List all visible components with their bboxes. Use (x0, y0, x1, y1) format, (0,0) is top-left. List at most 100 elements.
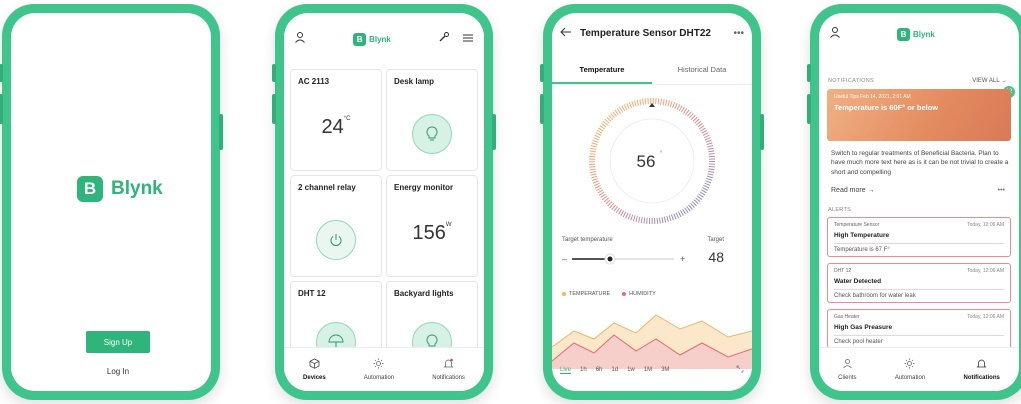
alert-description: Check bathroom for water leak (834, 289, 1004, 299)
profile-icon[interactable] (829, 25, 841, 43)
sun-icon (904, 358, 915, 372)
notifications-section-label: NOTIFICATIONS (828, 78, 874, 84)
logo-text: Blynk (369, 34, 391, 44)
tabs: Temperature Historical Data (552, 65, 752, 85)
log-in-link[interactable]: Log In (86, 367, 150, 376)
alert-card[interactable]: DHT 12 Today, 12:06 AM Water Detected Ch… (827, 263, 1011, 303)
nav-label: Notifications (432, 375, 465, 381)
alerts-section-label: ALERTS (828, 207, 852, 213)
users-icon (842, 358, 853, 372)
device-tile-desk-lamp[interactable]: Desk lamp (386, 69, 478, 171)
phone-devices: B Blynk AC 2113 24°C Desk lamp 2 channel… (272, 4, 496, 400)
tile-value: 156W (412, 222, 452, 244)
target-slider[interactable]: – + (562, 253, 692, 265)
range-1w[interactable]: 1w (627, 367, 635, 373)
wrench-icon[interactable] (438, 30, 450, 48)
logo-text: Blynk (913, 29, 935, 39)
profile-icon[interactable] (294, 30, 306, 48)
alert-description: Check pool heater (834, 335, 1004, 345)
power-icon[interactable] (316, 220, 356, 260)
nav-clients[interactable]: Clients (838, 358, 857, 381)
devices-screen: B Blynk AC 2113 24°C Desk lamp 2 channel… (284, 13, 484, 391)
top-bar: B Blynk (819, 13, 1019, 55)
range-1m[interactable]: 1M (644, 367, 652, 373)
hero-body-text: Switch to regular treatments of Benefici… (831, 150, 1009, 176)
logo-text: Blynk (111, 178, 163, 199)
svg-text:+: + (680, 254, 685, 264)
device-tile-ac[interactable]: AC 2113 24°C (290, 69, 382, 171)
temperature-dial: 56 ° (589, 98, 715, 224)
more-icon[interactable]: ••• (733, 28, 744, 39)
bell-icon (443, 358, 454, 372)
page-title: Temperature Sensor DHT22 (580, 27, 711, 39)
notifications-screen: B Blynk NOTIFICATIONS VIEW ALL → 12 Usef… (819, 13, 1019, 391)
app-showcase: B Blynk Sign Up Log In B Blynk AC 2113 2… (0, 0, 1021, 404)
legend-humidity: HUMIDITY (622, 291, 656, 297)
more-icon[interactable]: ••• (998, 187, 1005, 194)
history-area-chart (552, 314, 752, 369)
alert-time: Today, 12:06 AM (967, 222, 1004, 228)
alert-description: Temperature is 67 F° (834, 243, 1004, 253)
tab-historical-data[interactable]: Historical Data (652, 65, 752, 84)
alert-title: High Temperature (834, 232, 890, 239)
alert-card[interactable]: Gas Heater Today, 12:06 AM High Gas Prea… (827, 309, 1011, 349)
menu-icon[interactable] (462, 30, 474, 48)
nav-label: Automation (363, 375, 395, 381)
nav-label: Automation (894, 375, 926, 381)
hero-meta: Useful Tips Feb 14, 2021, 2:01 AM (834, 94, 911, 100)
back-arrow-icon[interactable] (560, 24, 572, 42)
tile-title: Backyard lights (394, 289, 454, 298)
nav-label: Clients (838, 375, 857, 381)
range-3m[interactable]: 3M (661, 367, 669, 373)
logo-mark: B (77, 176, 103, 202)
nav-notifications[interactable]: Notifications (432, 358, 465, 381)
lightbulb-icon[interactable] (412, 114, 452, 154)
logo-mark: B (353, 32, 367, 46)
target-value: 48 (708, 249, 724, 265)
range-1d[interactable]: 1d (611, 367, 618, 373)
bottom-nav: Clients Automation Notifications (819, 347, 1019, 391)
logo-mark: B (897, 27, 910, 41)
phone-notifications: B Blynk NOTIFICATIONS VIEW ALL → 12 Usef… (807, 4, 1021, 400)
nav-automation[interactable]: Automation (895, 358, 925, 381)
hero-headline: Temperature is 60F° or below (834, 103, 939, 112)
sun-icon (373, 358, 384, 372)
svg-text:–: – (562, 254, 567, 264)
notification-hero-card[interactable]: Useful Tips Feb 14, 2021, 2:01 AM Temper… (827, 89, 1011, 141)
dial-value: 56 (637, 152, 656, 171)
chart-legend: TEMPERATURE HUMIDITY (562, 291, 656, 297)
tile-title: AC 2113 (298, 77, 330, 86)
phone-sensor: Temperature Sensor DHT22 ••• Temperature… (540, 4, 764, 400)
device-tile-energy[interactable]: Energy monitor 156W (386, 175, 478, 277)
top-bar: B Blynk (284, 13, 484, 65)
tile-title: DHT 12 (298, 289, 326, 298)
tile-title: Desk lamp (394, 77, 435, 86)
welcome-screen: B Blynk Sign Up Log In (11, 13, 211, 391)
blynk-logo: B Blynk (897, 27, 935, 41)
target-control: Target temperature Target 48 – + (562, 237, 742, 265)
sign-up-button[interactable]: Sign Up (86, 331, 150, 353)
nav-devices[interactable]: Devices (303, 358, 326, 381)
alert-title: Water Detected (834, 278, 882, 285)
bell-icon (976, 358, 987, 372)
view-all-link[interactable]: VIEW ALL → (972, 78, 1007, 84)
device-grid: AC 2113 24°C Desk lamp 2 channel relay E… (290, 69, 478, 383)
time-range-selector: Live 1h 6h 1d 1w 1M 3M (560, 365, 744, 375)
alert-time: Today, 12:06 AM (967, 314, 1004, 320)
expand-icon[interactable] (736, 365, 744, 375)
header: Temperature Sensor DHT22 ••• (552, 13, 752, 53)
range-live[interactable]: Live (560, 367, 572, 374)
alert-card[interactable]: Temperature Sensor Today, 12:06 AM High … (827, 217, 1011, 257)
range-1h[interactable]: 1h (580, 367, 587, 373)
device-tile-relay[interactable]: 2 channel relay (290, 175, 382, 277)
nav-notifications[interactable]: Notifications (963, 358, 1000, 381)
tile-title: 2 channel relay (298, 183, 356, 192)
nav-label: Notifications (963, 375, 1000, 381)
range-6h[interactable]: 6h (596, 367, 603, 373)
read-more-link[interactable]: Read more → (831, 187, 875, 194)
sensor-screen: Temperature Sensor DHT22 ••• Temperature… (552, 13, 752, 391)
tile-title: Energy monitor (394, 183, 454, 192)
tab-temperature[interactable]: Temperature (552, 65, 652, 84)
tile-value: 24°C (321, 116, 351, 138)
nav-automation[interactable]: Automation (364, 358, 394, 381)
